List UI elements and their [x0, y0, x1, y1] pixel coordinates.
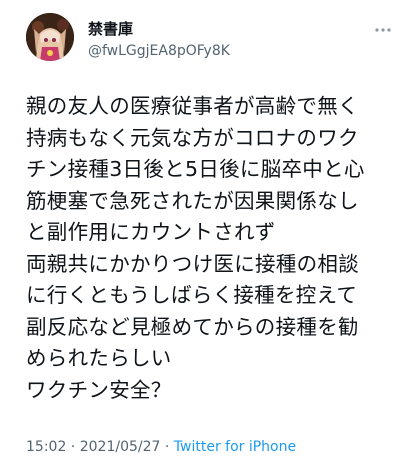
tweet-time[interactable]: 15:02 — [26, 439, 66, 455]
tweet-text-line: 副反応など見極めてからの接種を勧 — [26, 314, 359, 339]
meta-separator: · — [160, 439, 174, 455]
tweet-meta: 15:02 · 2021/05/27 · Twitter for iPhone — [26, 438, 296, 456]
avatar[interactable] — [26, 13, 74, 61]
user-handle[interactable]: @fwLGgjEA8pOFy8K — [88, 42, 230, 60]
tweet-text-line: められたらしい — [26, 346, 172, 370]
more-dots-icon[interactable] — [372, 22, 394, 36]
tweet-text-line: ワクチン安全？ — [26, 377, 172, 402]
meta-separator: · — [66, 439, 80, 455]
display-name[interactable]: 禁書庫 — [88, 20, 133, 38]
tweet-source-link[interactable]: Twitter for iPhone — [174, 439, 296, 455]
tweet-text-line: 持病もなく元気な方がコロナのワク — [26, 125, 359, 150]
tweet-text-line: 筋梗塞で急死されたが因果関係なし — [26, 188, 359, 213]
tweet-text-line: 両親共にかかりつけ医に接種の相談 — [26, 251, 360, 276]
tweet-text-line: チン接種3日後と5日後に脳卒中と心 — [26, 157, 365, 181]
tweet-text-line: 親の友人の医療従事者が高齢で無く — [26, 94, 359, 118]
tweet-text-line: と副作用にカウントされず — [26, 220, 276, 244]
tweet: 禁書庫 @fwLGgjEA8pOFy8K 親の友人の医療従事者が高齢で無く 持病… — [0, 0, 415, 472]
tweet-text-line: に行くともうしばらく接種を控えて — [26, 283, 358, 307]
tweet-text: 親の友人の医療従事者が高齢で無く 持病もなく元気な方がコロナのワク チン接種3日… — [26, 91, 406, 406]
tweet-date[interactable]: 2021/05/27 — [80, 439, 161, 455]
avatar-image — [26, 13, 74, 61]
